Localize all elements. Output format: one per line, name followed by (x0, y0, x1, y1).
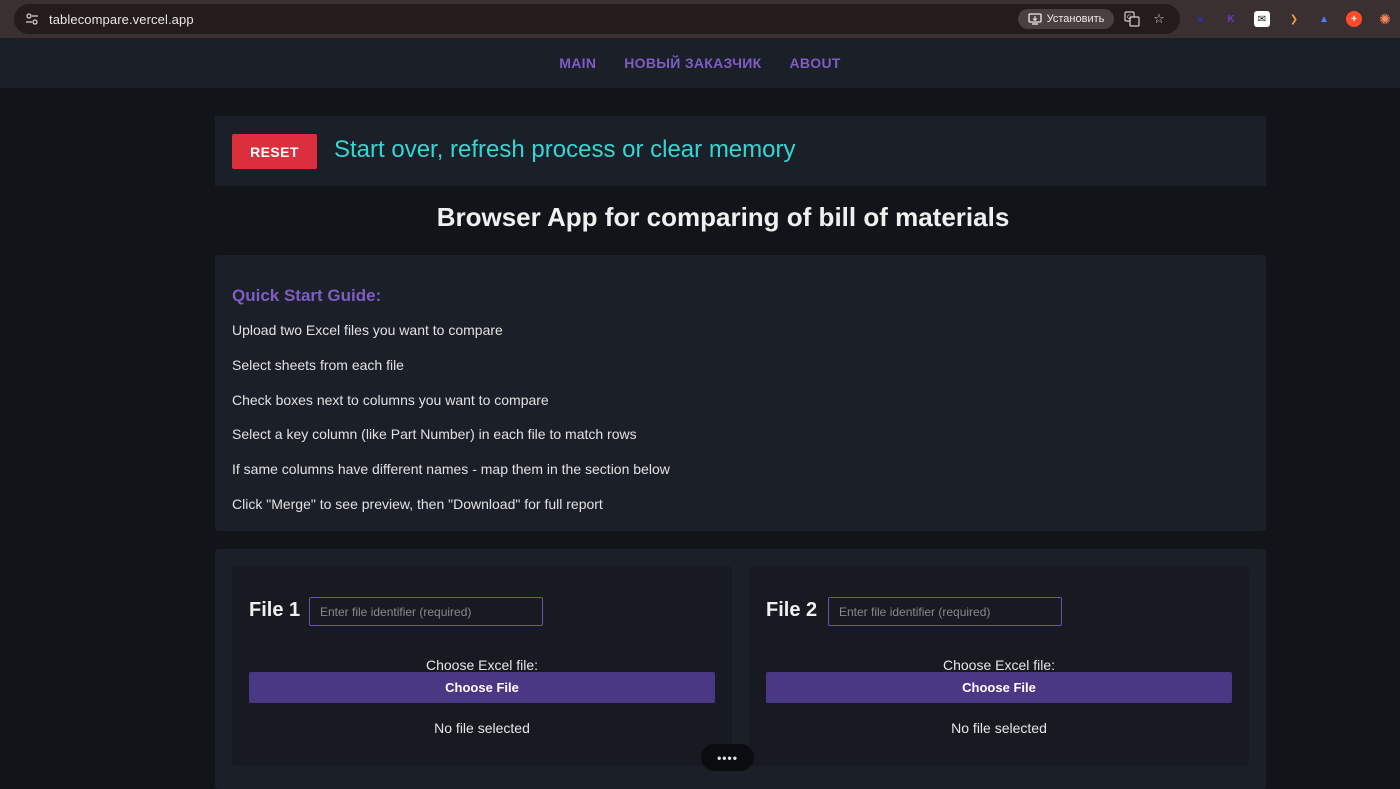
extension-orange-icon[interactable]: ❯ (1286, 11, 1302, 27)
reset-message: Start over, refresh process or clear mem… (334, 136, 796, 163)
extension-k-icon[interactable]: K (1223, 11, 1239, 27)
file-1-choose-file-button[interactable]: Choose File (249, 672, 715, 703)
page-content: RESET Start over, refresh process or cle… (0, 88, 1400, 789)
file-2-identifier-input[interactable] (828, 597, 1062, 626)
url-text[interactable]: tablecompare.vercel.app (49, 12, 194, 27)
file-1-status: No file selected (434, 720, 530, 736)
file-2-card: File 2 Choose Excel file: Choose File No… (749, 566, 1249, 766)
svg-text:G: G (1127, 14, 1132, 21)
guide-step: Check boxes next to columns you want to … (232, 391, 549, 408)
file-2-status: No file selected (951, 720, 1047, 736)
bookmark-star-icon[interactable]: ☆ (1150, 10, 1168, 28)
guide-title: Quick Start Guide: (232, 286, 382, 305)
install-monitor-icon (1027, 13, 1042, 25)
nav-about[interactable]: ABOUT (789, 55, 840, 71)
app-navbar: MAIN НОВЫЙ ЗАКАЗЧИК ABOUT (0, 38, 1400, 88)
guide-step: Upload two Excel files you want to compa… (232, 322, 503, 338)
file-1-choose-label: Choose Excel file: (425, 657, 539, 673)
reset-panel: RESET Start over, refresh process or cle… (215, 116, 1266, 186)
site-settings-icon[interactable] (23, 10, 41, 28)
extension-blue-icon[interactable]: ● (1192, 11, 1208, 27)
translate-icon[interactable]: G (1123, 10, 1141, 28)
guide-step: Select sheets from each file (232, 356, 404, 373)
file-2-choose-file-button[interactable]: Choose File (766, 672, 1232, 703)
browser-toolbar: tablecompare.vercel.app Установить G ☆ ●… (0, 0, 1400, 38)
page-title: Browser App for comparing of bill of mat… (436, 202, 1010, 232)
nav-new-customer[interactable]: НОВЫЙ ЗАКАЗЧИК (624, 55, 761, 71)
floating-menu-handle[interactable]: •••• (701, 744, 754, 771)
guide-step: If same columns have different names - m… (232, 461, 670, 478)
quick-start-guide: Quick Start Guide: Upload two Excel file… (215, 255, 1266, 531)
extension-plus-icon[interactable]: + (1346, 11, 1362, 27)
file-1-title: File 1 (249, 599, 301, 621)
address-bar[interactable]: tablecompare.vercel.app Установить G ☆ (14, 4, 1180, 34)
guide-step: Click "Merge" to see preview, then "Down… (232, 495, 603, 512)
nav-main[interactable]: MAIN (559, 55, 596, 71)
reset-button[interactable]: RESET (232, 134, 317, 169)
guide-steps: Upload two Excel files you want to compa… (232, 321, 670, 530)
file-2-choose-label: Choose Excel file: (942, 657, 1056, 673)
file-1-card: File 1 Choose Excel file: Choose File No… (232, 566, 732, 766)
extension-shield-icon[interactable]: ✉ (1254, 11, 1270, 27)
install-label: Установить (1046, 13, 1105, 25)
install-app-button[interactable]: Установить (1018, 9, 1114, 29)
extension-person-icon[interactable]: ▲ (1316, 11, 1332, 27)
file-2-title: File 2 (766, 599, 818, 621)
guide-step: Select a key column (like Part Number) i… (232, 426, 637, 443)
extension-sparkle-icon[interactable]: ✺ (1377, 11, 1393, 27)
file-1-identifier-input[interactable] (309, 597, 543, 626)
